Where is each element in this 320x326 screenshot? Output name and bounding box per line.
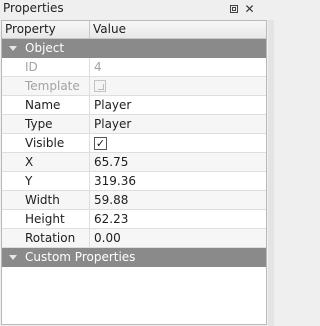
property-row-id: ID 4	[2, 58, 266, 77]
close-icon[interactable]: ✕	[243, 2, 256, 15]
property-label: Type	[25, 117, 53, 131]
property-label: ID	[25, 60, 38, 74]
property-row-type[interactable]: Type Player	[2, 115, 266, 134]
property-row-visible[interactable]: Visible ✓	[2, 134, 266, 153]
group-object[interactable]: Object	[2, 39, 266, 58]
property-label: Visible	[25, 136, 65, 150]
property-row-y[interactable]: Y 319.36	[2, 172, 266, 191]
property-row-width[interactable]: Width 59.88	[2, 191, 266, 210]
table-header: Property Value	[2, 21, 266, 39]
header-column-divider[interactable]	[89, 21, 90, 39]
property-label: Template	[25, 79, 80, 93]
visible-checkbox[interactable]: ✓	[94, 137, 107, 150]
property-row-name[interactable]: Name Player	[2, 96, 266, 115]
property-value[interactable]: 0.00	[94, 231, 121, 245]
float-window-icon[interactable]	[227, 2, 240, 15]
property-value[interactable]: Player	[94, 117, 131, 131]
properties-table: Property Value Object ID 4 Template Name…	[1, 20, 267, 325]
group-custom-properties[interactable]: Custom Properties	[2, 248, 266, 267]
property-row-x[interactable]: X 65.75	[2, 153, 266, 172]
collapse-arrow-icon[interactable]	[9, 255, 17, 260]
property-value[interactable]: 65.75	[94, 155, 128, 169]
property-row-rotation[interactable]: Rotation 0.00	[2, 229, 266, 248]
panel-titlebar: Properties ✕	[0, 0, 274, 18]
property-label: Y	[25, 174, 33, 188]
property-value: 4	[94, 60, 102, 74]
template-picker-icon	[94, 80, 106, 92]
header-value[interactable]: Value	[93, 22, 126, 36]
property-row-template: Template	[2, 77, 266, 96]
property-label: Width	[25, 193, 60, 207]
property-value[interactable]: Player	[94, 98, 131, 112]
property-value[interactable]: 59.88	[94, 193, 128, 207]
property-row-height[interactable]: Height 62.23	[2, 210, 266, 229]
property-label: Name	[25, 98, 61, 112]
property-label: Height	[25, 212, 65, 226]
collapse-arrow-icon[interactable]	[9, 46, 17, 51]
property-label: Rotation	[25, 231, 76, 245]
panel-title: Properties	[3, 1, 64, 15]
group-label: Custom Properties	[25, 250, 136, 264]
group-label: Object	[25, 41, 65, 55]
panel-edge	[268, 20, 274, 326]
property-value[interactable]: 62.23	[94, 212, 128, 226]
header-property[interactable]: Property	[5, 22, 56, 36]
property-value[interactable]: 319.36	[94, 174, 136, 188]
property-label: X	[25, 155, 34, 169]
